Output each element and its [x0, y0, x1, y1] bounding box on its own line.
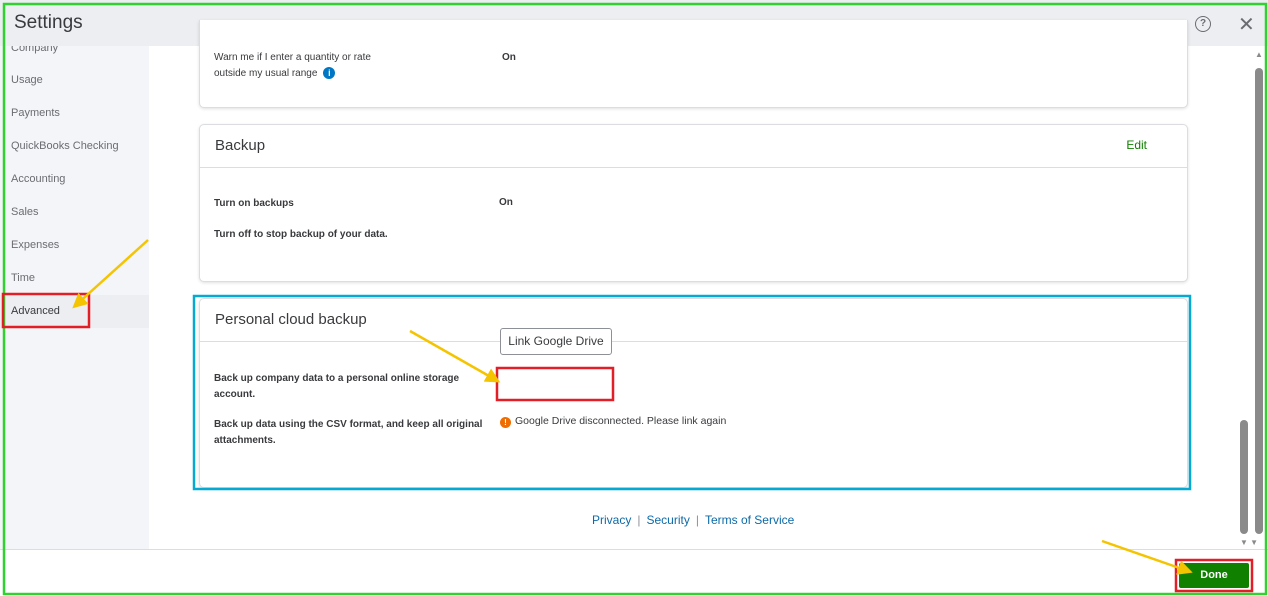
warning-icon: ! [500, 417, 511, 428]
cloud-title: Personal cloud backup [215, 311, 367, 328]
privacy-link[interactable]: Privacy [592, 513, 631, 527]
cloud-desc-1-line2: account. [214, 389, 256, 400]
cloud-desc-1: Back up company data to a personal onlin… [214, 371, 459, 403]
sidebar-item-usage[interactable]: Usage [11, 74, 43, 86]
outer-scrollbar-thumb[interactable] [1255, 68, 1263, 534]
warn-line2: outside my usual range [214, 68, 318, 79]
close-icon[interactable]: ✕ [1238, 12, 1255, 37]
warn-line1: Warn me if I enter a quantity or rate [214, 52, 371, 63]
cloud-desc-2-line1: Back up data using the CSV format, and k… [214, 419, 483, 430]
drive-status: ! Google Drive disconnected. Please link … [500, 413, 726, 429]
help-icon[interactable]: ? [1195, 16, 1211, 32]
security-link[interactable]: Security [646, 513, 689, 527]
warn-range-label: Warn me if I enter a quantity or rate out… [214, 50, 371, 82]
terms-link[interactable]: Terms of Service [705, 513, 794, 527]
backup-title: Backup [215, 137, 266, 154]
warn-range-value: On [502, 52, 516, 63]
dialog-footer [0, 549, 1268, 596]
sidebar-item-expenses[interactable]: Expenses [11, 239, 59, 251]
backup-edit-link[interactable]: Edit [1126, 138, 1147, 152]
dialog-title: Settings [14, 12, 83, 33]
cloud-desc-2: Back up data using the CSV format, and k… [214, 417, 482, 449]
settings-sidebar: Company Usage Payments QuickBooks Checki… [0, 46, 149, 550]
drive-status-text: Google Drive disconnected. Please link a… [515, 415, 727, 427]
warn-range-card: Warn me if I enter a quantity or rate out… [199, 20, 1188, 108]
info-icon[interactable]: i [323, 67, 336, 79]
personal-cloud-backup-card: Personal cloud backup Back up company da… [199, 298, 1188, 488]
scroll-up-icon[interactable]: ▲ [1255, 50, 1263, 59]
sidebar-item-accounting[interactable]: Accounting [11, 173, 65, 185]
sidebar-item-sales[interactable]: Sales [11, 206, 39, 218]
backup-note: Turn off to stop backup of your data. [214, 229, 388, 240]
cloud-desc-2-line2: attachments. [214, 435, 276, 446]
sidebar-item-advanced[interactable]: Advanced [11, 305, 60, 317]
turn-on-backups-value: On [499, 197, 513, 208]
sidebar-item-time[interactable]: Time [11, 272, 35, 284]
sidebar-item-payments[interactable]: Payments [11, 107, 60, 119]
footer-links: Privacy | Security | Terms of Service [592, 513, 795, 527]
inner-scrollbar-thumb[interactable] [1240, 420, 1248, 534]
cloud-header: Personal cloud backup [200, 299, 1187, 342]
sidebar-item-company[interactable]: Company [11, 46, 58, 54]
link-google-drive-button[interactable]: Link Google Drive [500, 328, 612, 355]
done-button[interactable]: Done [1179, 563, 1249, 588]
sidebar-item-quickbooks-checking[interactable]: QuickBooks Checking [11, 140, 119, 152]
backup-card: Backup Edit Turn on backups On Turn off … [199, 124, 1188, 282]
turn-on-backups-label: Turn on backups [214, 198, 294, 209]
cloud-desc-1-line1: Back up company data to a personal onlin… [214, 373, 460, 384]
backup-header: Backup Edit [200, 125, 1187, 168]
scroll-down-icon[interactable]: ▼ ▼ [1240, 538, 1258, 547]
